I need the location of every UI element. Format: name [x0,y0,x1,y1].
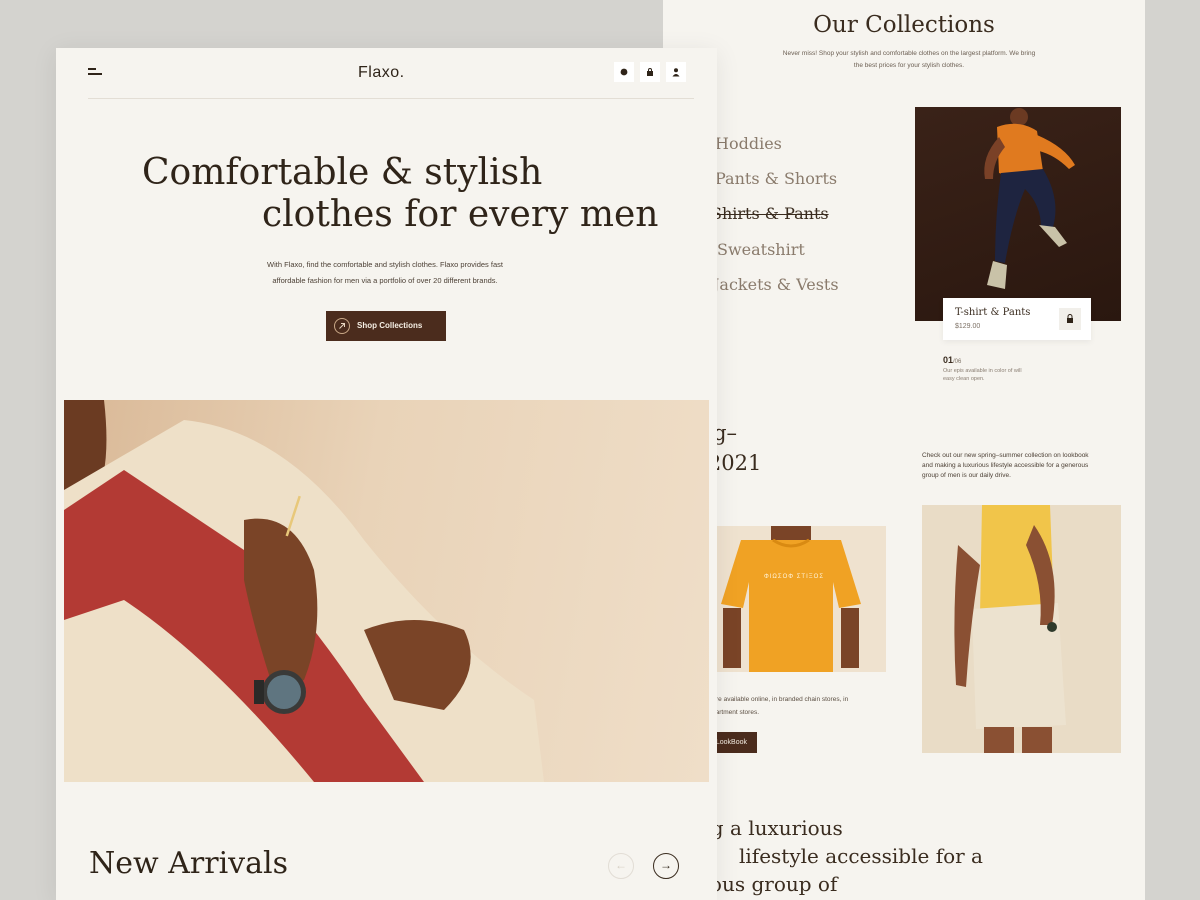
product-card[interactable]: T-shirt & Pants $129.00 [943,298,1091,340]
hero-photo [64,400,709,782]
slide-counter: 01/06 [943,355,961,365]
arrow-left-icon: ← [615,858,627,872]
shorts-photo [922,505,1121,753]
slide-description: Our epis available in color of will easy… [943,368,1022,382]
menu-icon[interactable] [88,68,104,78]
statement-line2: lifestyle accessible for a [739,844,983,868]
bag-icon [1067,314,1073,323]
collection-item-pants-shorts[interactable]: Pants & Shorts [715,169,837,188]
bag-icon [647,68,653,76]
jumping-man-illustration [984,108,1075,289]
man-with-watch-illustration [64,400,544,782]
add-to-cart-button[interactable] [1059,308,1081,330]
shop-collections-button[interactable]: Shop Collections [326,311,446,341]
lookbook-button[interactable]: LookBook [711,732,757,753]
hero-description: With Flaxo, find the comfortable and sty… [267,260,503,285]
spring-summer-description: Check out our new spring–summer collecti… [922,452,1089,479]
profile-button[interactable] [666,62,686,82]
hero-title-line2: clothes for every men [262,194,659,235]
arrow-right-icon: → [660,858,672,872]
collection-item-sweatshirt[interactable]: Sweatshirt [717,240,805,259]
search-button[interactable] [614,62,634,82]
store-availability-text: Our products are available online, in br… [673,693,853,719]
product-name: T-shirt & Pants [955,307,1031,318]
product-price: $129.00 [955,323,981,330]
statement-line3: generous group of [663,872,838,896]
lookbook-label: LookBook [715,739,747,746]
brand-logo[interactable]: Flaxo. [358,64,405,82]
search-icon [620,68,628,76]
collections-page: Our Collections Never miss! Shop your st… [663,0,1145,900]
featured-product-photo [915,107,1121,321]
tshirt-print-text: ΦΙΩΣΟΦ ΣΤΙΞΟΣ [763,574,825,580]
carousel-next-button[interactable]: → [653,853,679,879]
hero-title-line1: Comfortable & stylish [142,152,543,193]
collection-item-jackets-vests[interactable]: Jackets & Vests [713,275,839,294]
statement-line1: Making a luxurious [663,816,843,840]
new-arrivals-title: New Arrivals [89,846,288,881]
tshirt-photo: ΦΙΩΣΟΦ ΣΤΙΞΟΣ [711,526,886,672]
collection-item-hoddies[interactable]: Hoddies [715,134,782,153]
collections-title: Our Collections [813,12,995,38]
brand-statement: Making a luxurious lifestyle accessible … [663,814,1143,898]
arrow-up-right-icon [334,318,350,334]
yellow-tshirt-illustration [721,526,861,672]
cart-button[interactable] [640,62,660,82]
shop-collections-label: Shop Collections [357,321,423,330]
man-in-shorts-illustration [954,505,1066,753]
slide-counter-total: /06 [953,359,962,365]
collections-subtitle: Never miss! Shop your stylish and comfor… [782,50,1036,69]
collection-item-shirts-pants[interactable]: Shirts & Pants [711,204,829,223]
slide-counter-current: 01 [943,355,954,365]
top-navbar: Flaxo. [88,48,694,99]
user-icon [672,68,680,77]
home-page: Flaxo. Comfortable & stylish clothes for… [56,48,717,900]
carousel-prev-button[interactable]: ← [608,853,634,879]
